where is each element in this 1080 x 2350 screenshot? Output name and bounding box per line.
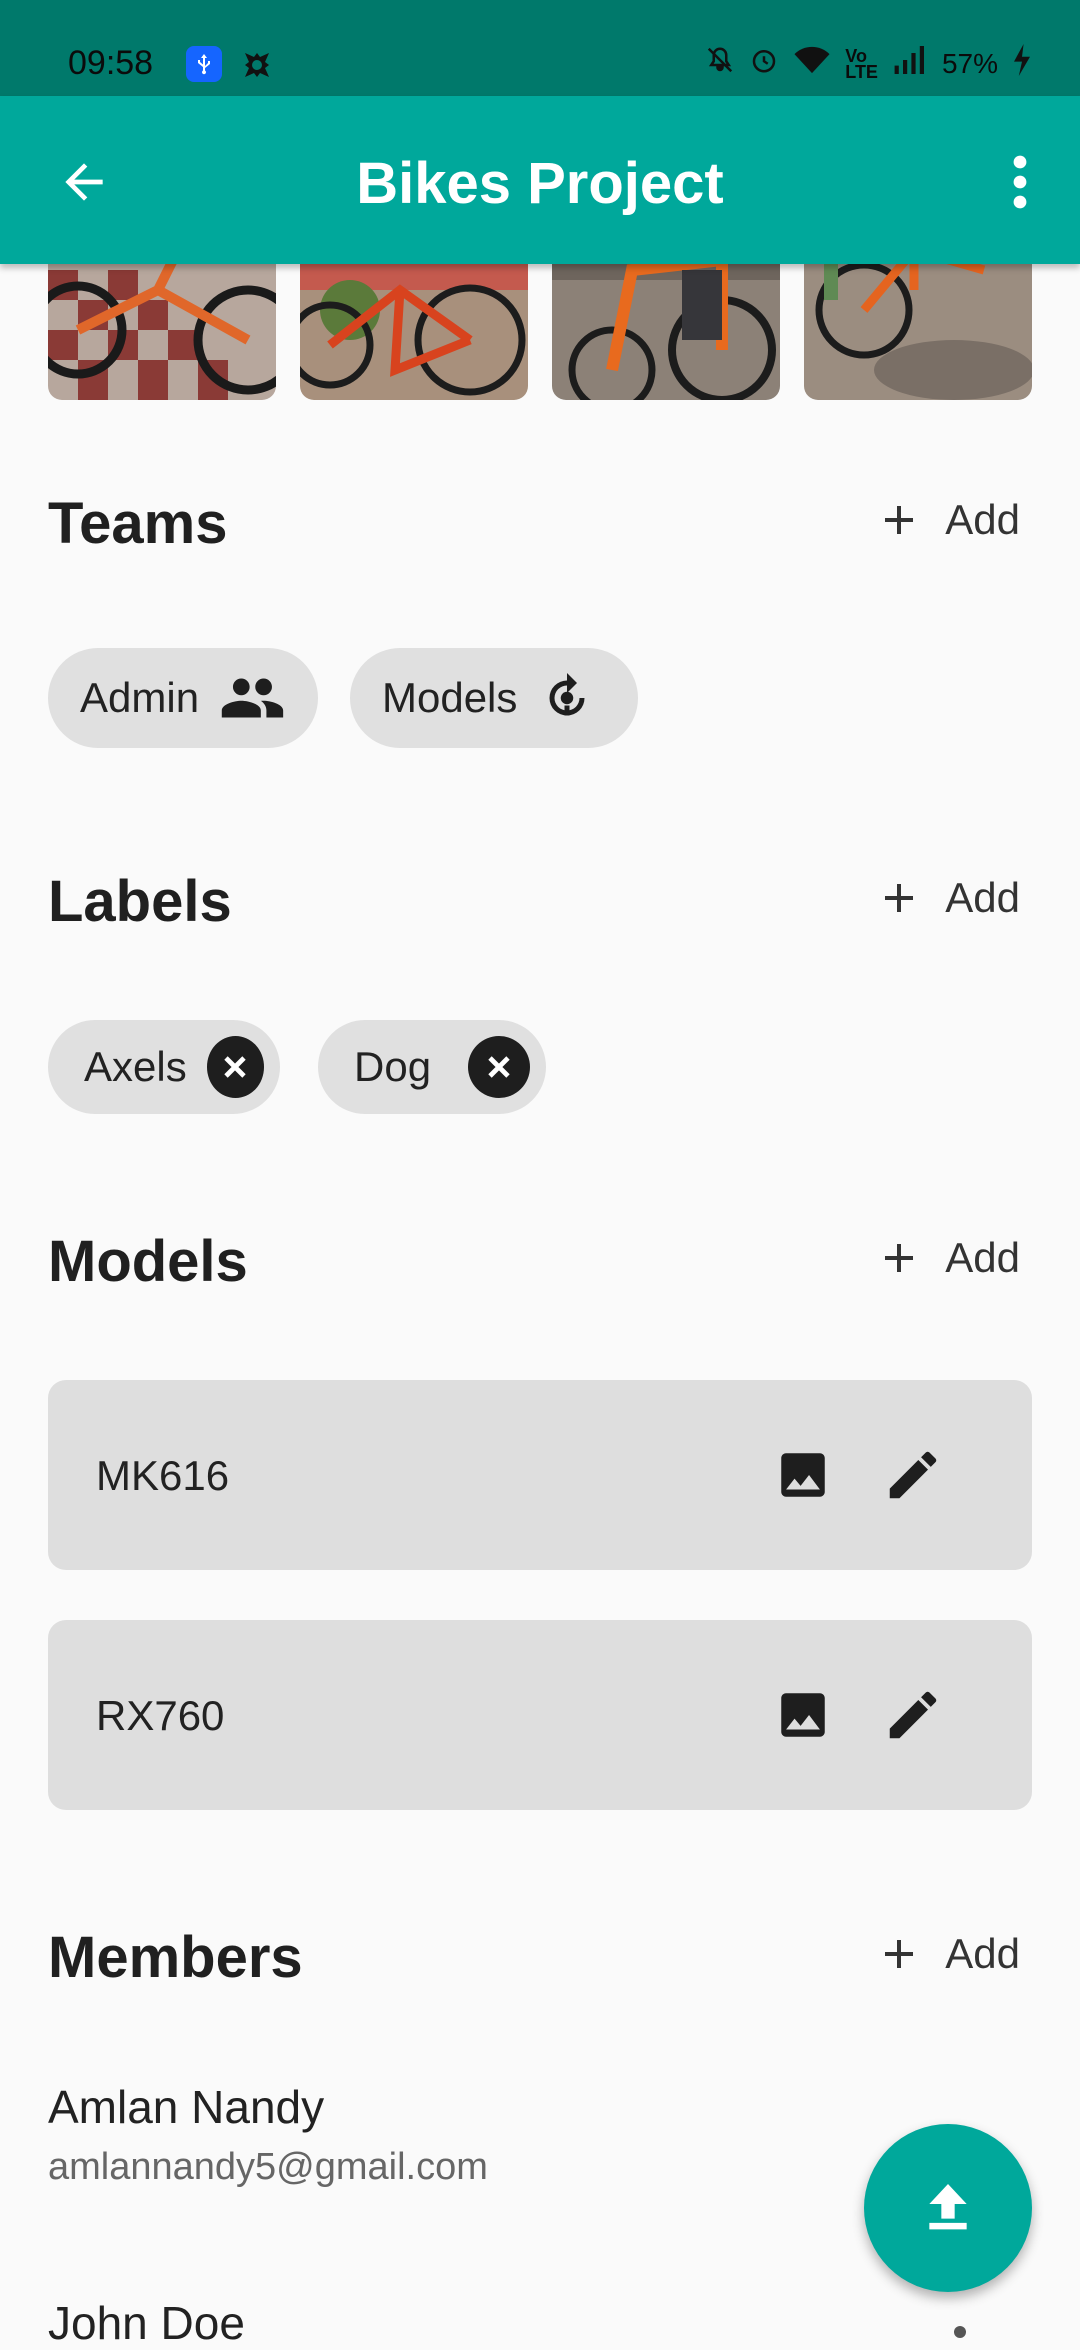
status-bar: 09:58 Vo LTE 57% — [0, 0, 1080, 96]
models-title: Models — [48, 1229, 248, 1294]
group-icon — [221, 678, 284, 718]
upload-fab[interactable] — [864, 2124, 1032, 2292]
usb-icon — [186, 46, 222, 82]
more-vert-icon — [1013, 155, 1027, 209]
alarm-icon — [749, 45, 779, 82]
image-icon — [781, 1693, 825, 1737]
remove-label-button[interactable] — [468, 1036, 530, 1098]
close-icon — [488, 1056, 510, 1078]
labels-title: Labels — [48, 869, 232, 934]
status-time: 09:58 — [68, 44, 154, 82]
signal-icon — [892, 46, 928, 81]
battery-text: 57% — [941, 47, 998, 79]
add-label: Add — [945, 874, 1020, 921]
model-card[interactable]: MK616 — [48, 1380, 1032, 1570]
model-edit-button[interactable] — [882, 1444, 944, 1511]
add-team-button[interactable]: Add — [863, 480, 1032, 560]
model-card[interactable]: RX760 — [48, 1620, 1032, 1810]
model-name: RX760 — [96, 1692, 225, 1739]
upload-icon — [929, 2184, 967, 2230]
add-label-button[interactable]: Add — [863, 858, 1032, 938]
chip-label: Dog — [354, 1043, 432, 1090]
model-name: MK616 — [96, 1452, 230, 1499]
chip-label: Admin — [80, 674, 200, 721]
image-icon — [781, 1453, 825, 1497]
volte-icon: Vo LTE — [845, 45, 878, 82]
remove-label-button[interactable] — [206, 1036, 264, 1098]
add-label: Add — [945, 496, 1020, 543]
mute-icon — [705, 45, 735, 82]
page-title: Bikes Project — [356, 151, 724, 216]
close-icon — [224, 1056, 247, 1078]
label-chip-dog: Dog — [318, 1020, 546, 1114]
team-chip-models[interactable]: Models — [350, 648, 638, 748]
members-title: Members — [48, 1925, 303, 1990]
more-options-button[interactable] — [990, 146, 1050, 218]
add-icon — [885, 506, 914, 534]
model-edit-button[interactable] — [882, 1684, 944, 1751]
member-options-icon[interactable] — [954, 2326, 966, 2338]
add-member-button[interactable]: Add — [863, 1914, 1032, 1994]
member-name: John Doe — [48, 2297, 245, 2349]
chip-label: Axels — [84, 1043, 187, 1090]
team-chip-admin[interactable]: Admin — [48, 648, 318, 748]
member-email: amlannandy5@gmail.com — [48, 2146, 488, 2188]
member-name: Amlan Nandy — [48, 2081, 325, 2133]
wifi-icon — [793, 45, 831, 82]
add-icon — [885, 884, 914, 912]
add-icon — [885, 1244, 914, 1272]
model-images-button[interactable] — [774, 1446, 832, 1509]
app-notification-icon — [240, 48, 274, 87]
battery-charging-icon — [1012, 44, 1032, 83]
chip-label: Models — [382, 674, 518, 721]
edit-icon — [889, 1451, 937, 1499]
add-icon — [885, 1940, 914, 1968]
add-model-button[interactable]: Add — [863, 1218, 1032, 1298]
add-label: Add — [945, 1234, 1020, 1281]
model-training-icon — [549, 673, 585, 716]
label-chip-axels: Axels — [48, 1020, 280, 1114]
add-label: Add — [945, 1930, 1020, 1977]
teams-title: Teams — [48, 491, 228, 556]
model-images-button[interactable] — [774, 1686, 832, 1749]
edit-icon — [889, 1691, 937, 1739]
app-bar: Bikes Project — [0, 96, 1080, 264]
